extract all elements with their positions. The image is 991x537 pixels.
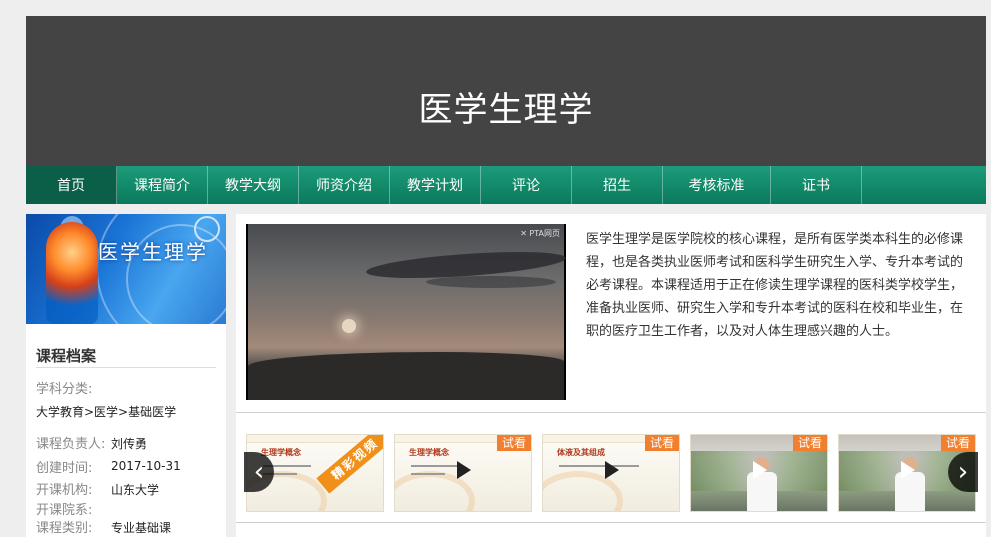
video-player[interactable]: ✕ PTA网页 bbox=[246, 224, 566, 400]
nav-item-intro[interactable]: 课程简介 bbox=[117, 166, 208, 204]
created-label: 创建时间: bbox=[36, 461, 93, 476]
nav-item-syllabus[interactable]: 教学大纲 bbox=[208, 166, 299, 204]
banner-title: 医学生理学 bbox=[98, 240, 208, 264]
divider bbox=[236, 522, 986, 523]
trial-badge: 试看 bbox=[941, 435, 975, 451]
video-sun bbox=[342, 319, 356, 333]
category-value[interactable]: 大学教育>医学>基础医学 bbox=[36, 403, 176, 420]
category-label: 学科分类: bbox=[36, 382, 93, 397]
lesson-thumb[interactable]: 生理学概念 试看 bbox=[394, 434, 532, 512]
thumb-line bbox=[411, 465, 459, 467]
divider bbox=[236, 412, 986, 413]
lesson-carousel: 生理学概念 精彩视频 生理学概念 试看 体液及其组成 试看 试看 试看 bbox=[246, 434, 976, 512]
thumb-line bbox=[559, 465, 639, 467]
trial-badge: 试看 bbox=[497, 435, 531, 451]
college-label: 开课院系: bbox=[36, 503, 93, 518]
thumb-title: 生理学概念 bbox=[409, 448, 449, 457]
play-icon[interactable] bbox=[457, 461, 471, 479]
globe-icon bbox=[194, 216, 220, 242]
play-icon[interactable] bbox=[605, 461, 619, 479]
nav-item-teachers[interactable]: 师资介绍 bbox=[299, 166, 390, 204]
site-header: 医学生理学 bbox=[26, 16, 986, 166]
lesson-thumb[interactable]: 体液及其组成 试看 bbox=[542, 434, 680, 512]
course-main: ✕ PTA网页 医学生理学是医学院校的核心课程，是所有医学类本科生的必修课程，也… bbox=[236, 214, 986, 537]
nav-item-comments[interactable]: 评论 bbox=[481, 166, 572, 204]
lead-label: 课程负责人: bbox=[36, 437, 106, 452]
type-value: 专业基础课 bbox=[111, 521, 172, 535]
play-icon[interactable] bbox=[901, 461, 915, 479]
trial-badge: 试看 bbox=[645, 435, 679, 451]
thumb-title: 体液及其组成 bbox=[557, 448, 605, 457]
nav-item-plan[interactable]: 教学计划 bbox=[390, 166, 481, 204]
org-value[interactable]: 山东大学 bbox=[111, 481, 159, 498]
course-sidebar: 医学生理学 课程档案 学科分类: 大学教育>医学>基础医学 课程负责人: 刘传勇… bbox=[26, 214, 226, 537]
play-icon[interactable] bbox=[753, 461, 767, 479]
nav-item-assessment[interactable]: 考核标准 bbox=[663, 166, 771, 204]
video-watermark: ✕ PTA网页 bbox=[520, 229, 560, 238]
course-description: 医学生理学是医学院校的核心课程，是所有医学类本科生的必修课程，也是各类执业医师考… bbox=[586, 232, 964, 339]
lead-value[interactable]: 刘传勇 bbox=[111, 435, 147, 452]
video-cloud bbox=[426, 276, 556, 288]
org-label: 开课机构: bbox=[36, 483, 93, 498]
type-label: 课程类别: bbox=[36, 521, 93, 536]
banner-figure bbox=[46, 222, 98, 324]
lesson-thumb[interactable]: 试看 bbox=[690, 434, 828, 512]
archive-title: 课程档案 bbox=[36, 347, 97, 365]
course-banner: 医学生理学 bbox=[26, 214, 226, 324]
thumb-line bbox=[411, 473, 445, 475]
divider bbox=[36, 367, 216, 368]
trial-badge: 试看 bbox=[793, 435, 827, 451]
video-hill bbox=[248, 352, 564, 400]
nav-item-certificate[interactable]: 证书 bbox=[771, 166, 862, 204]
page-title: 医学生理学 bbox=[418, 90, 594, 130]
main-nav: 首页 课程简介 教学大纲 师资介绍 教学计划 评论 招生 考核标准 证书 bbox=[26, 166, 986, 204]
nav-item-enroll[interactable]: 招生 bbox=[572, 166, 663, 204]
created-value: 2017-10-31 bbox=[111, 459, 181, 473]
nav-item-home[interactable]: 首页 bbox=[26, 166, 117, 204]
